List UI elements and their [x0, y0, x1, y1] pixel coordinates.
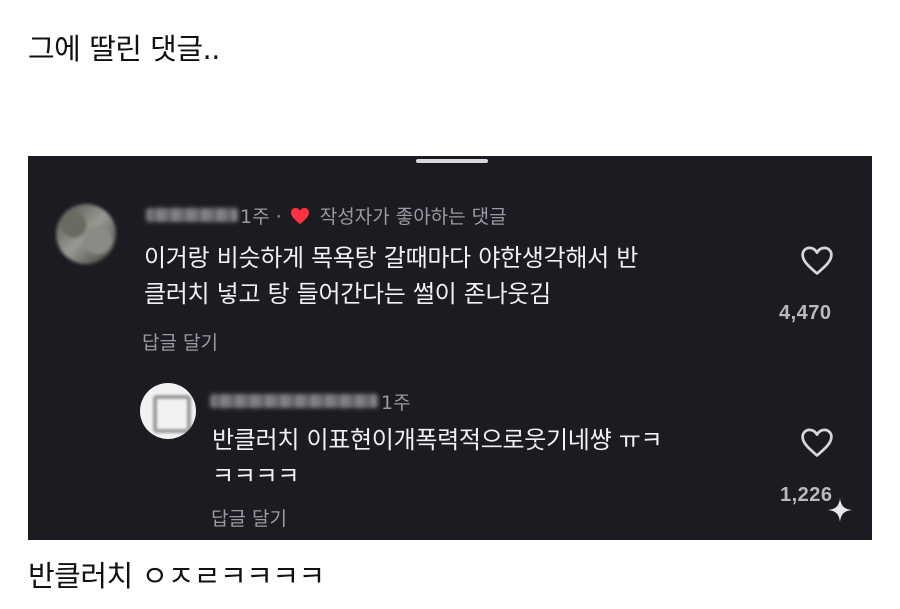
- like-count: 1,226: [780, 484, 833, 506]
- comment-text-line: 이거랑 비슷하게 목욕탕 갈때마다 야한생각해서 반: [144, 244, 639, 272]
- post-caption: 반클러치 ㅇㅈㄹㅋㅋㅋㅋ: [28, 559, 325, 593]
- heart-outline-icon: [801, 428, 833, 457]
- reply-button[interactable]: 답글 달기: [142, 328, 218, 355]
- like-button[interactable]: [800, 246, 834, 276]
- avatar[interactable]: [140, 383, 196, 439]
- sparkle-icon: [828, 498, 852, 522]
- comment-text-line: 반클러치 이표현이개폭력적으로웃기네썅 ㅠㅋ: [212, 426, 663, 454]
- reply-button[interactable]: 답글 달기: [211, 504, 287, 531]
- comment-text-line: 클러치 넣고 탕 들어간다는 썰이 존나웃김: [144, 280, 551, 308]
- comment-text-line: ㅋㅋㅋㅋ: [212, 462, 300, 490]
- drag-handle[interactable]: [416, 159, 488, 163]
- comment-screenshot: 1주 · 작성자가 좋아하는 댓글 이거랑 비슷하게 목욕탕 갈때마다 야한생각…: [28, 156, 872, 540]
- comment-text: 이거랑 비슷하게 목욕탕 갈때마다 야한생각해서 반 클러치 넣고 탕 들어간다…: [144, 240, 638, 312]
- comment-meta: 1주 · 작성자가 좋아하는 댓글: [240, 202, 507, 229]
- like-count: 4,470: [779, 302, 832, 324]
- comment-meta: 1주: [381, 388, 411, 415]
- comment-time: 1주: [381, 392, 411, 414]
- comment-text: 반클러치 이표현이개폭력적으로웃기네썅 ㅠㅋ ㅋㅋㅋㅋ: [212, 422, 663, 494]
- creator-like-label: 작성자가 좋아하는 댓글: [319, 206, 507, 228]
- username-blurred[interactable]: [146, 208, 238, 222]
- post-title: 그에 딸린 댓글..: [28, 32, 220, 66]
- heart-outline-icon: [801, 246, 833, 275]
- heart-filled-icon: [290, 207, 310, 225]
- avatar[interactable]: [56, 204, 116, 264]
- username-blurred[interactable]: [210, 394, 378, 408]
- meta-separator: ·: [275, 206, 282, 228]
- comment-time: 1주: [240, 206, 270, 228]
- like-button[interactable]: [800, 428, 834, 458]
